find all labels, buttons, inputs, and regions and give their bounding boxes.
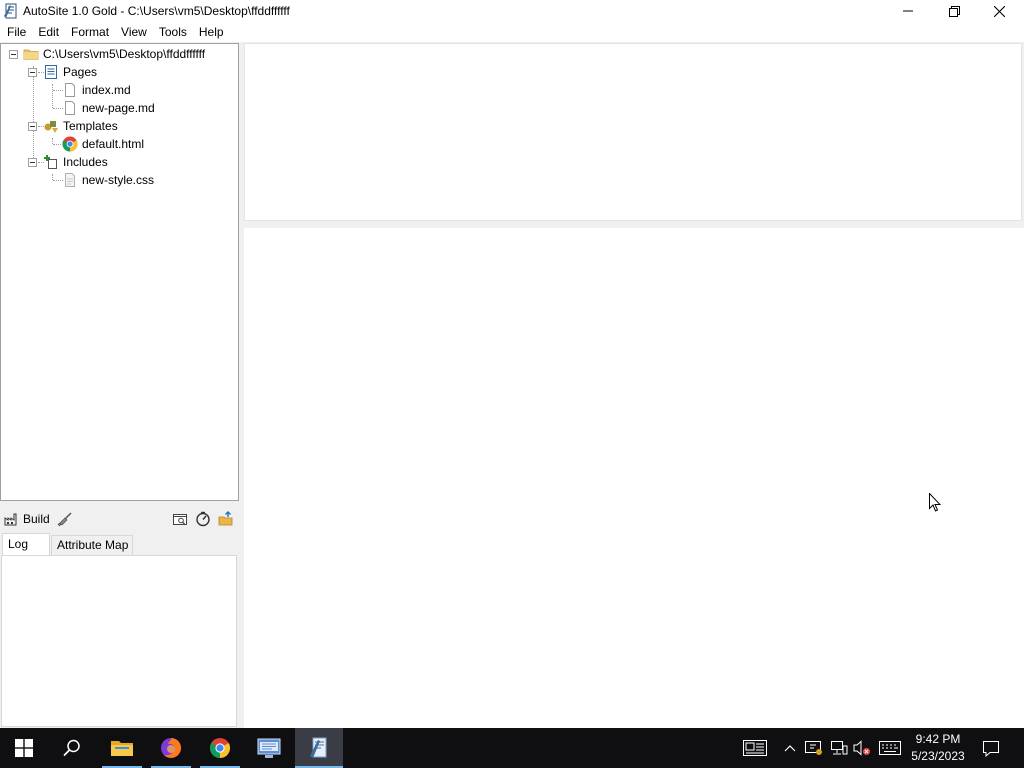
menu-help[interactable]: Help <box>193 22 230 42</box>
mouse-cursor-icon <box>929 493 941 512</box>
taskbar: 9:42 PM 5/23/2023 <box>0 728 1024 768</box>
touch-keyboard-button[interactable] <box>878 738 902 758</box>
notification-icon <box>983 741 999 757</box>
restore-button[interactable] <box>931 0 977 22</box>
pages-icon <box>43 64 59 80</box>
build-toolbar: Build <box>0 507 239 531</box>
keyboard-icon <box>879 741 901 755</box>
volume-tray-button[interactable] <box>852 738 872 758</box>
notifications-button[interactable] <box>981 738 1001 758</box>
menu-edit[interactable]: Edit <box>32 22 65 42</box>
tree-label-new-style-css: new-style.css <box>82 173 155 187</box>
preview-pane[interactable] <box>244 228 1024 728</box>
collapse-root-toggle[interactable] <box>9 50 18 59</box>
network-tray-button[interactable] <box>830 738 848 758</box>
search-button[interactable] <box>48 728 96 768</box>
tree-item-index-md[interactable]: index.md <box>62 81 131 99</box>
show-hidden-icons-button[interactable] <box>782 738 798 758</box>
firefox-icon <box>161 738 181 758</box>
autosite-app-icon <box>4 3 18 19</box>
templates-icon <box>43 118 59 134</box>
log-panel[interactable] <box>1 555 237 727</box>
file-explorer-icon <box>111 741 133 756</box>
tree-label-default-html: default.html <box>82 137 145 151</box>
tree-item-pages[interactable]: Pages <box>43 63 97 81</box>
autosite-icon <box>310 737 327 758</box>
taskbar-autosite[interactable] <box>295 728 343 768</box>
build-label: Build <box>23 512 50 526</box>
menu-file[interactable]: File <box>1 22 32 42</box>
broom-icon <box>57 512 72 527</box>
tree-item-includes[interactable]: Includes <box>43 153 108 171</box>
tab-attribute-map[interactable]: Attribute Map <box>51 535 133 555</box>
clock-time: 9:42 PM <box>915 732 961 746</box>
tree-label-templates: Templates <box>63 119 118 133</box>
close-icon <box>993 5 1005 17</box>
editor-pane[interactable] <box>244 43 1022 221</box>
defender-icon <box>805 741 822 755</box>
news-icon <box>743 740 767 756</box>
minimize-icon <box>903 10 913 12</box>
news-widget-button[interactable] <box>742 738 768 758</box>
browse-output-button[interactable] <box>171 510 189 528</box>
tree-item-default-html[interactable]: default.html <box>62 135 144 153</box>
restore-icon <box>948 5 960 17</box>
file-icon <box>62 100 78 116</box>
taskbar-file-explorer[interactable] <box>98 728 146 768</box>
taskbar-firefox[interactable] <box>147 728 195 768</box>
tree-item-templates[interactable]: Templates <box>43 117 118 135</box>
tree-label-includes: Includes <box>63 155 108 169</box>
menu-bar: File Edit Format View Tools Help <box>0 22 1024 42</box>
tree-item-new-page-md[interactable]: new-page.md <box>62 99 155 117</box>
tree-root-folder[interactable]: C:\Users\vm5\Desktop\ffddffffff <box>23 45 205 63</box>
clean-button[interactable] <box>56 510 74 528</box>
chrome-html-file-icon <box>62 136 78 152</box>
tree-item-new-style-css[interactable]: new-style.css <box>62 171 154 189</box>
gauge-icon <box>196 511 210 527</box>
build-factory-icon <box>3 511 19 527</box>
collapse-pages-toggle[interactable] <box>28 68 37 77</box>
build-button[interactable]: Build <box>3 510 50 528</box>
tree-label-new-page-md: new-page.md <box>82 101 155 115</box>
network-icon <box>831 741 848 755</box>
collapse-templates-toggle[interactable] <box>28 122 37 131</box>
windows-logo-icon <box>15 739 33 757</box>
taskbar-system-app[interactable] <box>245 728 293 768</box>
menu-view[interactable]: View <box>115 22 153 42</box>
watch-button[interactable] <box>194 510 212 528</box>
start-button[interactable] <box>0 728 48 768</box>
tree-label-pages: Pages <box>63 65 98 79</box>
security-tray-button[interactable] <box>805 738 823 758</box>
minimize-button[interactable] <box>885 0 931 22</box>
menu-tools[interactable]: Tools <box>153 22 193 42</box>
folder-search-icon <box>173 514 187 525</box>
window-title: AutoSite 1.0 Gold - C:\Users\vm5\Desktop… <box>23 4 290 18</box>
folder-icon <box>23 46 39 62</box>
file-icon <box>62 82 78 98</box>
project-tree[interactable]: C:\Users\vm5\Desktop\ffddffffff Pages in… <box>0 43 239 501</box>
tab-log[interactable]: Log <box>2 533 50 556</box>
volume-muted-icon <box>853 740 871 756</box>
includes-icon <box>43 154 59 170</box>
folder-upload-icon <box>218 511 233 526</box>
title-bar: AutoSite 1.0 Gold - C:\Users\vm5\Desktop… <box>0 0 1024 22</box>
system-clock[interactable]: 9:42 PM 5/23/2023 <box>906 731 970 765</box>
computer-window-icon <box>257 738 281 758</box>
close-button[interactable] <box>976 0 1022 22</box>
taskbar-chrome[interactable] <box>196 728 244 768</box>
menu-format[interactable]: Format <box>65 22 115 42</box>
clock-date: 5/23/2023 <box>911 749 965 763</box>
chevron-up-icon <box>784 745 796 752</box>
publish-button[interactable] <box>217 510 235 528</box>
tree-root-label: C:\Users\vm5\Desktop\ffddffffff <box>43 47 206 61</box>
collapse-includes-toggle[interactable] <box>28 158 37 167</box>
search-icon <box>63 739 80 757</box>
bottom-tabs: Attribute Map Log <box>0 533 239 556</box>
tree-label-index-md: index.md <box>82 83 131 97</box>
chrome-icon <box>210 738 230 758</box>
css-file-icon <box>62 172 78 188</box>
